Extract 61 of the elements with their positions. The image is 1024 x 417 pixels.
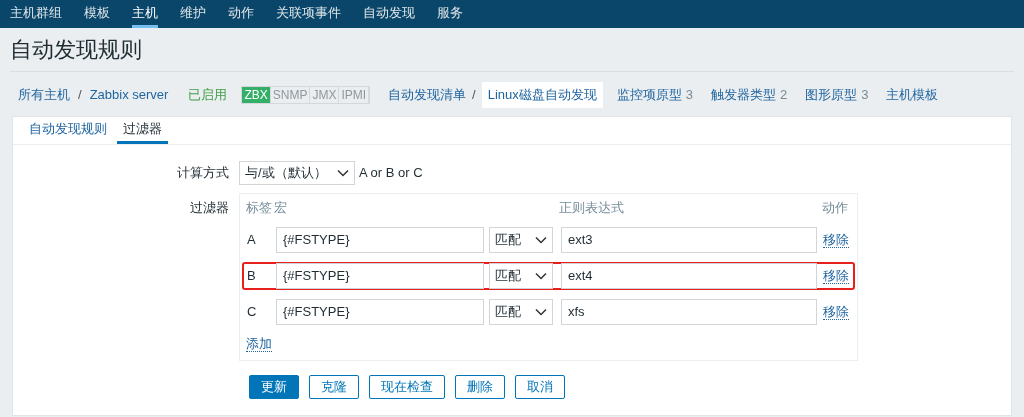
breadcrumb-link[interactable]: Linux磁盘自动发现	[481, 82, 603, 108]
nav-tab[interactable]: 关联项事件	[276, 0, 341, 28]
nav-tab[interactable]: 维护	[180, 0, 206, 28]
row-label: A	[247, 231, 257, 250]
availability-badge: IPMI	[339, 87, 370, 103]
remove-link[interactable]: 移除	[823, 304, 849, 320]
row-label: B	[247, 267, 257, 286]
breadcrumb-link[interactable]: 主机模板	[886, 85, 939, 105]
page-title: 自动发现规则	[10, 36, 142, 64]
chevron-down-icon	[535, 236, 547, 244]
form-button[interactable]: 更新	[249, 374, 299, 399]
form-button[interactable]: 克隆	[309, 374, 359, 399]
chevron-down-icon	[535, 272, 547, 280]
add-link[interactable]: 添加	[246, 336, 272, 352]
macro-input[interactable]: {#FSTYPE}	[276, 299, 484, 325]
breadcrumb-link[interactable]: 自动发现清单	[388, 85, 467, 105]
nav-tab[interactable]: 主机群组	[10, 0, 62, 28]
nav-tab[interactable]: 主机	[132, 0, 158, 28]
availability-badge: ZBX	[242, 87, 271, 103]
macro-input[interactable]: {#FSTYPE}	[276, 263, 484, 289]
column-header: 正则表达式	[559, 199, 625, 218]
row-label: C	[247, 303, 258, 322]
column-header: 动作	[822, 199, 848, 218]
macro-input[interactable]: {#FSTYPE}	[276, 227, 484, 253]
breadcrumb-link[interactable]: 触发器类型	[711, 85, 776, 105]
count-label: 3	[861, 86, 869, 105]
form-button[interactable]: 现在检查	[369, 374, 445, 399]
breadcrumb-separator: /	[472, 86, 476, 105]
chevron-down-icon	[337, 169, 349, 177]
breadcrumb-link[interactable]: 监控项原型	[616, 85, 682, 105]
form-button[interactable]: 删除	[455, 374, 505, 399]
count-label: 2	[780, 86, 788, 105]
form-button[interactable]: 取消	[515, 374, 565, 399]
operator-select[interactable]: 匹配	[489, 299, 553, 325]
tab[interactable]: 自动发现规则	[23, 116, 113, 144]
breadcrumb-link[interactable]: 图形原型	[805, 85, 858, 105]
column-header: 宏	[274, 199, 288, 218]
availability-badge: SNMP	[270, 87, 311, 103]
remove-link[interactable]: 移除	[823, 268, 849, 284]
regex-input[interactable]: ext3	[561, 227, 817, 253]
calculation-select[interactable]: 与/或（默认）	[239, 161, 355, 185]
nav-tab[interactable]: 服务	[437, 0, 463, 28]
availability-badge: JMX	[310, 87, 340, 103]
regex-input[interactable]: xfs	[561, 299, 817, 325]
regex-input[interactable]: ext4	[561, 263, 817, 289]
expression-text: A or B or C	[359, 164, 423, 183]
breadcrumb-link[interactable]: 所有主机	[18, 85, 70, 105]
breadcrumb-link[interactable]: Zabbix server	[89, 85, 169, 105]
tab[interactable]: 过滤器	[117, 116, 168, 144]
operator-select[interactable]: 匹配	[489, 263, 553, 289]
nav-tab[interactable]: 动作	[228, 0, 254, 28]
column-header: 标签	[246, 199, 273, 218]
breadcrumb-separator: /	[78, 86, 82, 105]
nav-tab[interactable]: 自动发现	[363, 0, 415, 28]
operator-select[interactable]: 匹配	[489, 227, 553, 253]
count-label: 3	[685, 86, 693, 105]
nav-tab[interactable]: 模板	[84, 0, 110, 28]
remove-link[interactable]: 移除	[823, 232, 849, 248]
field-label: 过滤器	[189, 199, 230, 217]
chevron-down-icon	[535, 308, 547, 316]
field-label: 计算方式	[176, 164, 230, 183]
